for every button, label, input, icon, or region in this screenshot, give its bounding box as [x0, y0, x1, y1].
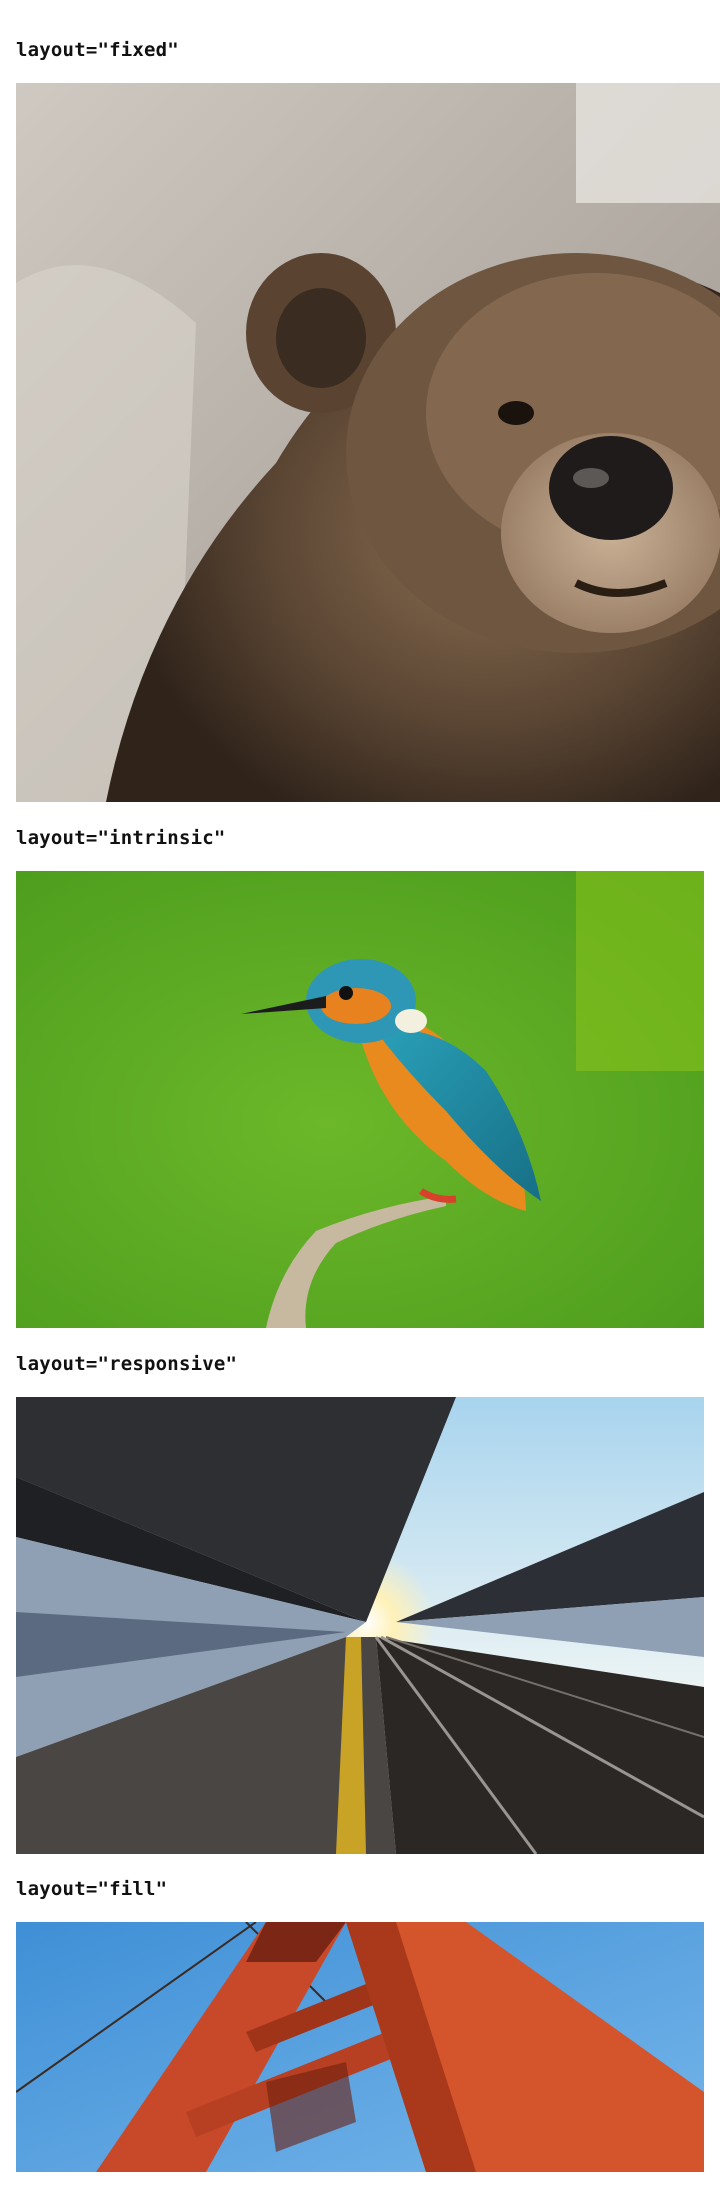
- kingfisher-image: [16, 871, 704, 1328]
- bridge-image: [16, 1922, 704, 2172]
- layout-fixed-label: layout="fixed": [16, 39, 179, 61]
- layout-intrinsic-label: layout="intrinsic": [16, 827, 226, 849]
- layout-fill-label: layout="fill": [16, 1878, 168, 1900]
- train-platform-image: [16, 1397, 704, 1854]
- layout-responsive-label: layout="responsive": [16, 1353, 238, 1375]
- bear-image: [16, 83, 720, 802]
